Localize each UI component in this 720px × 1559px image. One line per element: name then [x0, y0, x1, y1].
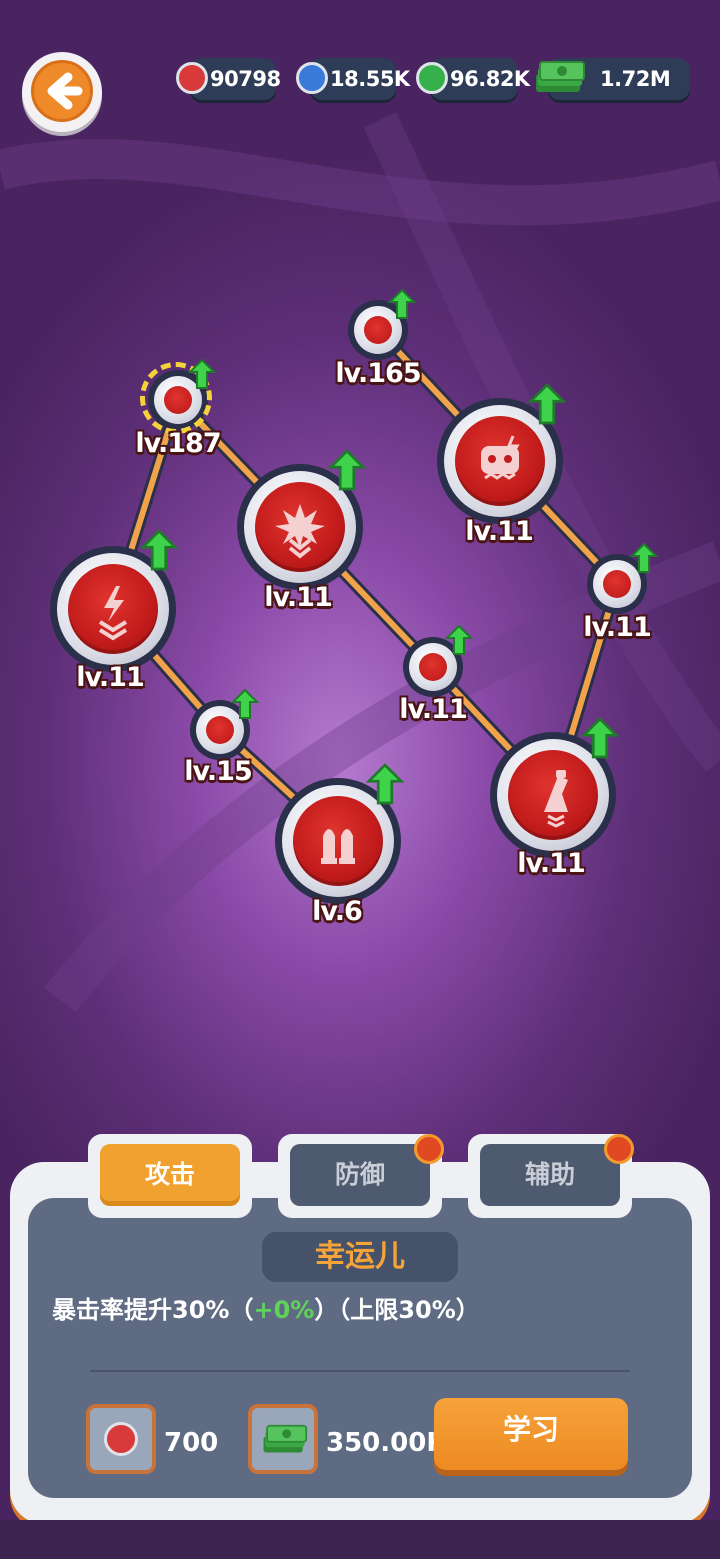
skill-description: 暴击率提升30%（+0%）（上限30%） [52, 1296, 480, 1324]
node-level-label: lv.11 [76, 662, 144, 693]
cost-token-box [86, 1404, 156, 1474]
upgrade-arrow-icon [328, 449, 366, 491]
upgrade-arrow-icon [630, 542, 658, 573]
tab-support-label: 辅助 [480, 1144, 620, 1206]
node-level-label: lv.11 [264, 582, 332, 613]
skull-crack-icon [481, 435, 520, 480]
tab-defense[interactable]: 防御 [278, 1134, 444, 1218]
explosion-icon [275, 504, 325, 559]
tab-attack-label: 攻击 [100, 1144, 240, 1206]
upgrade-arrow-icon [581, 717, 619, 759]
skill-name: 幸运儿 [262, 1232, 458, 1282]
cost-cash-value: 350.00K [326, 1428, 447, 1458]
node-level-label: lv.165 [335, 358, 421, 389]
upgrade-arrow-icon [366, 763, 404, 805]
bottom-strip [0, 1520, 720, 1559]
upgrade-arrow-icon [445, 624, 473, 655]
node-level-label: lv.11 [583, 612, 651, 643]
upgrade-arrow-icon [231, 688, 259, 719]
node-level-label: lv.11 [465, 516, 533, 547]
node-level-label: lv.6 [312, 896, 363, 927]
learn-button[interactable]: 学习 [434, 1398, 628, 1470]
upgrade-arrow-icon [140, 529, 178, 571]
notification-badge [414, 1134, 444, 1164]
red-fist-token-icon [104, 1422, 138, 1456]
cost-cash-box [248, 1404, 318, 1474]
upgrade-arrow-icon [188, 358, 216, 389]
node-level-label: lv.11 [399, 694, 467, 725]
lightning-rank-icon [98, 586, 128, 641]
cost-token-value: 700 [164, 1428, 219, 1458]
divider [90, 1370, 630, 1372]
tab-support[interactable]: 辅助 [468, 1134, 634, 1218]
tab-defense-label: 防御 [290, 1144, 430, 1206]
notification-badge [604, 1134, 634, 1164]
upgrade-arrow-icon [528, 383, 566, 425]
cash-stack-icon [263, 1424, 308, 1453]
tab-attack[interactable]: 攻击 [88, 1134, 252, 1218]
node-level-label: lv.15 [184, 756, 252, 787]
node-level-label: lv.11 [517, 848, 585, 879]
upgrade-arrow-icon [388, 288, 416, 319]
node-level-label: lv.187 [135, 428, 221, 459]
bullets-icon [321, 829, 355, 864]
magazine-icon [544, 770, 568, 828]
